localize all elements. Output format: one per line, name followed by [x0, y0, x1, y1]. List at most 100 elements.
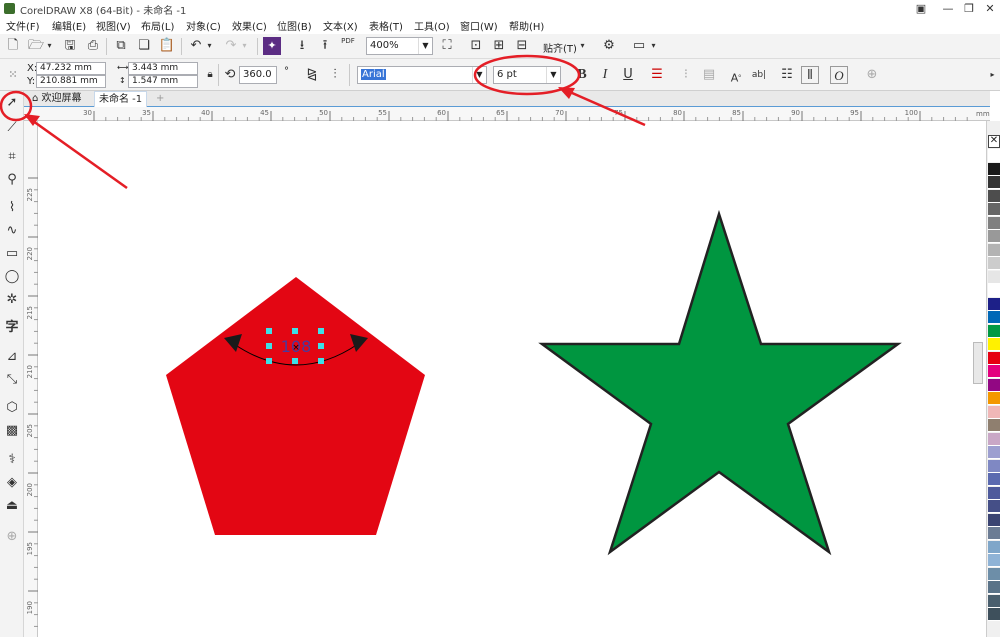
text-alignment-icon[interactable]: ☰ [648, 66, 666, 84]
palette-swatch[interactable] [988, 149, 1000, 162]
text-tool-icon[interactable]: 字 [3, 319, 21, 337]
help-person-icon[interactable]: ▣ [907, 0, 935, 17]
show-rulers-icon[interactable]: ⊡ [467, 37, 485, 55]
palette-swatch[interactable] [988, 338, 1000, 351]
search-content-icon[interactable]: ✦ [263, 37, 281, 55]
palette-swatch[interactable] [988, 230, 1000, 243]
bold-button[interactable]: B [573, 66, 591, 84]
print-icon[interactable]: ⎙ [84, 37, 102, 55]
y-position-field[interactable]: 210.881 mm [36, 75, 106, 88]
palette-swatch[interactable] [988, 162, 1000, 176]
palette-swatch[interactable] [988, 419, 1000, 432]
palette-swatch[interactable] [988, 513, 1000, 527]
palette-swatch[interactable] [988, 432, 1000, 446]
rotation-icon[interactable]: ⟲ [221, 66, 239, 84]
palette-swatch[interactable] [988, 459, 1000, 473]
font-list-dropdown-icon[interactable]: ▼ [472, 67, 486, 83]
palette-swatch[interactable] [988, 284, 1000, 297]
text-align-icon[interactable]: ⫶ [326, 66, 344, 84]
snap-dropdown-icon[interactable]: ▾ [578, 37, 587, 55]
palette-swatch[interactable] [988, 270, 1000, 284]
lock-ratio-icon[interactable]: 🔒︎ [201, 66, 219, 84]
add-quick-customize-icon[interactable]: ⊕ [863, 66, 881, 84]
menu-view[interactable]: 视图(V) [96, 18, 131, 33]
smart-fill-icon[interactable]: ⏏ [3, 497, 21, 515]
menu-effects[interactable]: 效果(C) [232, 18, 267, 33]
vertical-ruler[interactable]: 225 220 215 210 205 200 195 190 [24, 121, 38, 637]
tab-welcome-screen[interactable]: ⌂ 欢迎屏幕 [28, 91, 86, 107]
close-icon[interactable]: ✕ [976, 0, 1000, 17]
drop-cap-icon[interactable]: ▤ [700, 66, 718, 84]
rectangle-tool-icon[interactable]: ▭ [3, 245, 21, 263]
menu-file[interactable]: 文件(F) [6, 18, 40, 33]
font-list-combo[interactable]: Arial ▼ [357, 66, 487, 84]
bullet-list-icon[interactable]: ⁝ [677, 66, 695, 84]
palette-swatch[interactable] [988, 554, 1000, 567]
undo-icon[interactable]: ↶ [187, 37, 205, 55]
horizontal-text-icon[interactable]: ☷ [778, 66, 796, 84]
snap-to-menu[interactable]: 贴齐(T) [543, 40, 577, 55]
font-size-dropdown-icon[interactable]: ▼ [546, 67, 560, 83]
palette-swatch[interactable] [988, 351, 1000, 365]
menu-bitmaps[interactable]: 位图(B) [277, 18, 312, 33]
object-origin-icon[interactable]: ⁙ [4, 66, 22, 84]
menu-layout[interactable]: 布局(L) [141, 18, 174, 33]
export-icon[interactable]: ⭱ [316, 37, 334, 55]
tab-untitled-1[interactable]: 未命名 -1 [94, 91, 148, 107]
edit-text-icon[interactable]: ab| [750, 66, 768, 84]
palette-swatch[interactable] [988, 216, 1000, 230]
artistic-media-icon[interactable]: ∿ [3, 222, 21, 240]
property-bar-overflow-icon[interactable]: ▸ [988, 66, 997, 84]
palette-swatch[interactable] [988, 243, 1000, 257]
menu-help[interactable]: 帮助(H) [509, 18, 544, 33]
zoom-tool-icon[interactable]: ⚲ [3, 171, 21, 189]
horizontal-ruler[interactable]: 30 35 40 45 50 55 60 65 70 75 80 85 90 95 100 mm [24, 107, 990, 121]
paste-icon[interactable]: 📋 [158, 37, 176, 55]
options-gear-icon[interactable]: ⚙ [600, 37, 618, 55]
palette-swatch[interactable] [988, 203, 1000, 216]
polygon-tool-icon[interactable]: ✲ [3, 291, 21, 309]
shape-tool-icon[interactable]: ⟋ [3, 119, 21, 137]
redo-dropdown-icon[interactable]: ▾ [240, 37, 249, 55]
underline-button[interactable]: U [619, 66, 637, 84]
palette-swatch[interactable] [988, 500, 1000, 513]
import-icon[interactable]: ⭳ [293, 37, 311, 55]
parallel-dimension-icon[interactable]: ⊿ [3, 348, 21, 366]
menu-tools[interactable]: 工具(O) [414, 18, 450, 33]
font-size-combo[interactable]: 6 pt ▼ [493, 66, 561, 84]
palette-swatch[interactable] [988, 446, 1000, 459]
palette-swatch[interactable] [988, 608, 1000, 621]
drop-shadow-icon[interactable]: ⬡ [3, 399, 21, 417]
no-color-swatch-icon[interactable]: ✕ [988, 135, 1000, 148]
palette-swatch[interactable] [988, 581, 1000, 594]
rotation-angle-field[interactable]: 360.0 [239, 66, 277, 84]
x-position-field[interactable]: 47.232 mm [36, 62, 106, 75]
palette-swatch[interactable] [988, 311, 1000, 324]
palette-swatch[interactable] [988, 189, 1000, 203]
vertical-scroll-thumb[interactable] [973, 342, 983, 384]
redo-icon[interactable]: ↷ [222, 37, 240, 55]
color-palette[interactable]: ✕ [986, 121, 1000, 637]
publish-pdf-icon[interactable]: PDF [339, 37, 357, 55]
full-screen-icon[interactable]: ⛶ [438, 37, 456, 55]
zoom-dropdown-icon[interactable]: ▼ [418, 38, 432, 54]
menu-window[interactable]: 窗口(W) [460, 18, 498, 33]
palette-swatch[interactable] [988, 378, 1000, 392]
italic-button[interactable]: I [596, 66, 614, 84]
copy-icon[interactable]: ❏ [135, 37, 153, 55]
zoom-level-combo[interactable]: 400% ▼ [366, 37, 433, 55]
palette-swatch[interactable] [988, 176, 1000, 189]
menu-object[interactable]: 对象(C) [186, 18, 221, 33]
save-icon[interactable]: 🖫 [61, 37, 79, 55]
ellipse-tool-icon[interactable]: ◯ [3, 268, 21, 286]
interactive-oblique-icon[interactable]: O [830, 66, 848, 84]
palette-swatch[interactable] [988, 405, 1000, 419]
transparency-icon[interactable]: ▩ [3, 422, 21, 440]
freehand-tool-icon[interactable]: ⌇ [3, 199, 21, 217]
crop-tool-icon[interactable]: ⌗ [3, 148, 21, 166]
launcher-dropdown-icon[interactable]: ▾ [649, 37, 658, 55]
vertical-text-icon[interactable]: ⦀ [801, 66, 819, 84]
menu-table[interactable]: 表格(T) [369, 18, 403, 33]
palette-swatch[interactable] [988, 392, 1000, 405]
show-grid-icon[interactable]: ⊞ [490, 37, 508, 55]
